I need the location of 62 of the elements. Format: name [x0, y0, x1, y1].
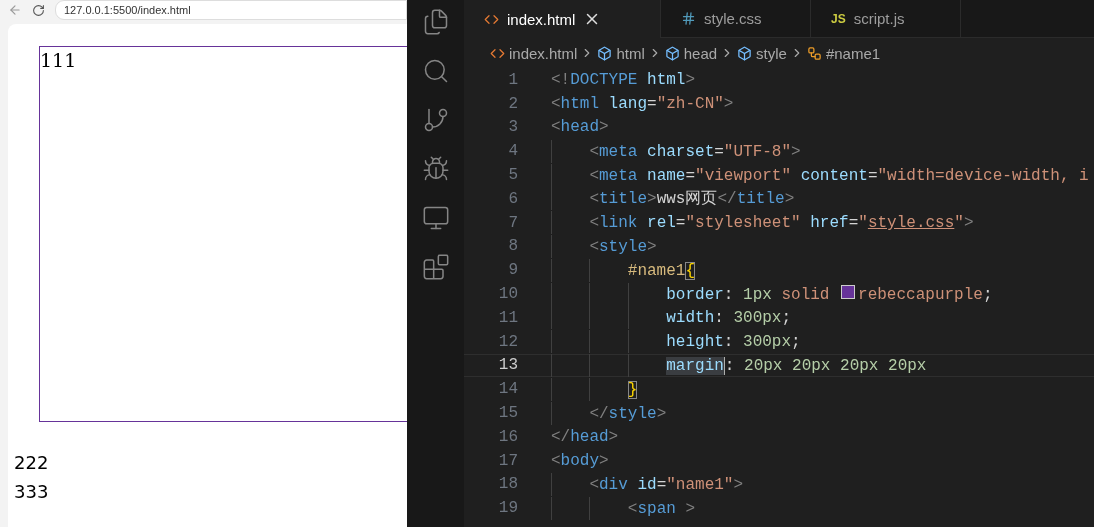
- line-number: 6: [507, 189, 519, 208]
- code-line: width: 300px;: [551, 306, 792, 330]
- hash-icon: [681, 11, 696, 26]
- tab-label: style.css: [704, 10, 762, 27]
- symbol-icon: [806, 45, 822, 61]
- code-line: <div id="name1">: [551, 472, 744, 496]
- line-number: 16: [497, 427, 519, 446]
- line-number: 5: [507, 166, 519, 185]
- address-field[interactable]: 127.0.0.1:5500/index.html: [55, 0, 407, 20]
- line-number: 17: [497, 451, 519, 470]
- code-line: margin: 20px 20px 20px 20px: [551, 353, 927, 377]
- line-number: 3: [507, 118, 519, 137]
- breadcrumb-item[interactable]: index.html: [509, 44, 578, 62]
- code-line: </head>: [551, 427, 619, 446]
- code-line: <meta name="viewport" content="width=device-width, i: [551, 163, 1089, 187]
- breadcrumb-item[interactable]: #name1: [825, 44, 881, 62]
- line-number: 4: [507, 142, 519, 161]
- line-number: 8: [507, 237, 519, 256]
- line-number: 13: [497, 356, 519, 375]
- box-text: 111: [40, 49, 77, 71]
- line-number: 9: [507, 261, 519, 280]
- line-number: 14: [497, 380, 519, 399]
- code-line: </style>: [551, 401, 667, 425]
- breadcrumb-item[interactable]: head: [683, 44, 718, 62]
- code-line: <meta charset="UTF-8">: [551, 139, 801, 163]
- file-tab[interactable]: index.html: [464, 0, 661, 38]
- line-number: 15: [497, 404, 519, 423]
- tab-label: index.html: [507, 10, 576, 28]
- line-number: 12: [497, 332, 519, 351]
- code-line: #name1{: [551, 258, 696, 282]
- code-line: <span >: [551, 496, 696, 520]
- code-line: border: 1px solid rebeccapurple;: [551, 282, 993, 306]
- monitor-icon[interactable]: [421, 204, 450, 232]
- line-number: 18: [497, 475, 519, 494]
- line-number: 7: [507, 213, 519, 232]
- page-text: 333: [14, 480, 49, 504]
- code-line: <html lang="zh-CN">: [551, 94, 734, 113]
- tab-label: script.js: [853, 10, 905, 27]
- code-line: <!DOCTYPE html>: [551, 70, 696, 89]
- breadcrumb-item[interactable]: style: [756, 44, 787, 62]
- code-line: <link rel="stylesheet" href="style.css">: [551, 211, 974, 235]
- bug-icon[interactable]: [421, 155, 450, 183]
- reload-icon[interactable]: [32, 3, 45, 17]
- code-line: <body>: [551, 451, 609, 470]
- code-line: }: [551, 377, 638, 401]
- code-line: <title>wws网页</title>: [551, 187, 795, 211]
- js-label: JS: [831, 11, 846, 26]
- cube-icon: [664, 45, 680, 61]
- cube-icon: [597, 45, 613, 61]
- line-number: 1: [507, 70, 519, 89]
- page-text: 222: [14, 451, 49, 475]
- code-line: <style>: [551, 235, 657, 258]
- breadcrumb-item[interactable]: html: [616, 44, 645, 62]
- color-swatch[interactable]: [841, 285, 856, 300]
- line-number: 19: [497, 499, 519, 518]
- line-number: 2: [507, 94, 519, 113]
- line-number: 10: [497, 285, 519, 304]
- extensions-icon[interactable]: [421, 253, 450, 281]
- cube-icon: [737, 45, 753, 61]
- line-number: 11: [497, 308, 519, 327]
- code-line: height: 300px;: [551, 330, 801, 354]
- code-line: <head>: [551, 118, 609, 137]
